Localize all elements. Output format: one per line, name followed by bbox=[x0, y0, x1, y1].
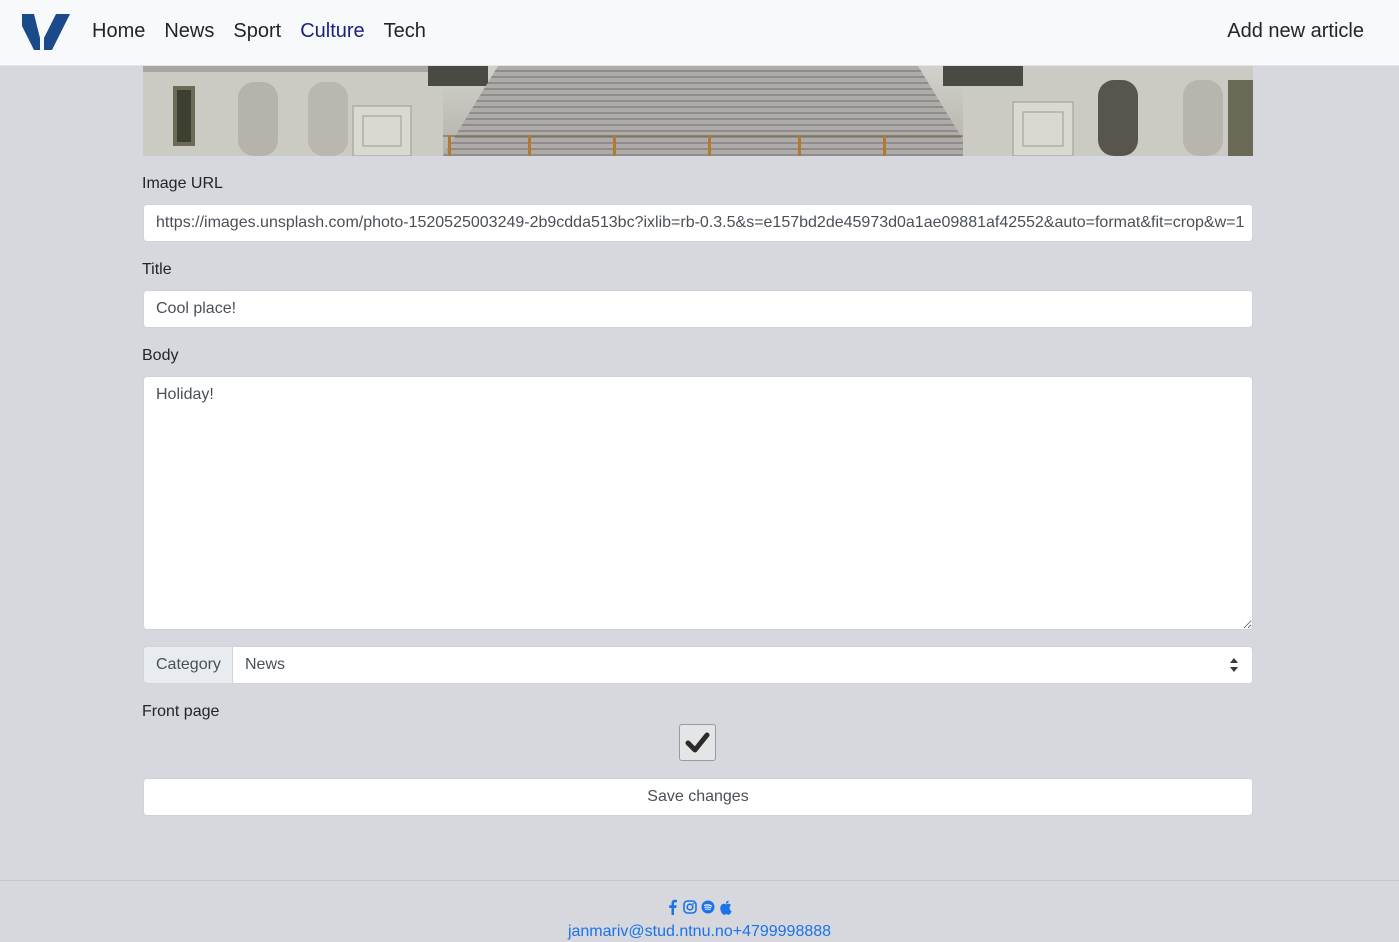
article-image bbox=[143, 66, 1253, 156]
nav-home[interactable]: Home bbox=[92, 19, 145, 43]
title-input[interactable]: Cool place! bbox=[143, 290, 1253, 328]
category-group: Category News bbox=[143, 646, 1253, 684]
front-page-label: Front page bbox=[142, 703, 220, 720]
nav-news[interactable]: News bbox=[164, 19, 214, 43]
image-url-label: Image URL bbox=[142, 175, 223, 192]
body-label: Body bbox=[142, 347, 179, 364]
category-selected-value: News bbox=[245, 656, 286, 673]
footer-contact: janmariv@stud.ntnu.no+4799998888 bbox=[0, 923, 1399, 941]
front-page-checkbox[interactable] bbox=[679, 724, 716, 761]
instagram-icon[interactable] bbox=[683, 899, 697, 915]
footer-email-link[interactable]: janmariv@stud.ntnu.no bbox=[568, 923, 733, 940]
body-textarea[interactable]: Holiday! bbox=[143, 376, 1253, 630]
category-select[interactable]: News bbox=[233, 646, 1253, 684]
nav-links: Home News Sport Culture Tech bbox=[92, 19, 445, 43]
nav-culture[interactable]: Culture bbox=[300, 19, 364, 43]
facebook-icon[interactable] bbox=[665, 899, 679, 915]
add-new-article-link[interactable]: Add new article bbox=[1227, 19, 1364, 43]
footer-phone-link[interactable]: +4799998888 bbox=[733, 923, 831, 940]
footer-divider bbox=[0, 880, 1399, 881]
select-arrows-icon bbox=[1230, 658, 1238, 672]
image-url-input[interactable]: https://images.unsplash.com/photo-152052… bbox=[143, 204, 1253, 242]
title-label: Title bbox=[142, 261, 172, 278]
social-icons bbox=[665, 899, 733, 915]
category-label: Category bbox=[143, 646, 233, 684]
logo-icon[interactable] bbox=[22, 12, 70, 50]
spotify-icon[interactable] bbox=[701, 899, 715, 915]
apple-icon[interactable] bbox=[719, 899, 733, 915]
nav-sport[interactable]: Sport bbox=[233, 19, 281, 43]
save-changes-button[interactable]: Save changes bbox=[143, 778, 1253, 816]
checkmark-icon bbox=[685, 732, 710, 753]
nav-tech[interactable]: Tech bbox=[384, 19, 426, 43]
navbar: Home News Sport Culture Tech Add new art… bbox=[0, 0, 1399, 66]
